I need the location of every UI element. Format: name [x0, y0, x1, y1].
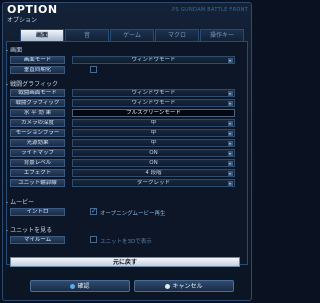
gfx-row: モーションブラー 中 — [10, 129, 238, 137]
screen-mode-value: ウィンドウモード — [131, 57, 176, 63]
motion-blur-label: モーションブラー — [10, 129, 65, 137]
light-map-select[interactable]: ON — [72, 149, 235, 157]
cancel-button[interactable]: キャンセル — [134, 280, 234, 292]
effect-label: エフェクト — [10, 169, 65, 177]
background-level-select[interactable]: ON — [72, 159, 235, 167]
tab-macro[interactable]: マクロ — [155, 29, 199, 41]
background-level-value: ON — [149, 160, 158, 166]
battle-screen-mode-value: ウィンドウモード — [131, 90, 176, 96]
horizontal-effect-value: フルスクリーンモード — [126, 110, 181, 116]
gfx-row: 戦闘画面モード ウィンドウモード — [10, 89, 238, 97]
battle-screen-mode-label: 戦闘画面モード — [10, 89, 65, 97]
unit-outline-label: ユニット輪郭線 — [10, 179, 65, 187]
vsync-label: 垂直同期化 — [10, 66, 65, 74]
gfx-row: 光源効果 中 — [10, 139, 238, 147]
vsync-row: 垂直同期化 — [10, 66, 238, 74]
vsync-checkbox[interactable] — [90, 66, 97, 73]
confirm-button[interactable]: 確認 — [30, 280, 130, 292]
intro-row: イントロ ✓ オープニングムービー再生 — [10, 208, 238, 217]
camera-depth-label: カメラの深度 — [10, 119, 65, 127]
effect-value: 4 段階 — [145, 170, 162, 176]
tab-screen[interactable]: 画面 — [20, 29, 64, 41]
camera-depth-value: 中 — [150, 120, 157, 126]
chevron-down-icon — [228, 121, 233, 126]
myroom-checkbox[interactable] — [90, 236, 97, 243]
myroom-row: マイルーム ユニットを3Dで表示 — [10, 236, 238, 245]
chevron-down-icon — [228, 58, 233, 63]
tab-sound[interactable]: 音 — [65, 29, 109, 41]
confirm-circle-icon — [70, 283, 76, 289]
gfx-row: 戦闘グラフィック ウィンドウモード — [10, 99, 238, 107]
cancel-circle-icon — [165, 283, 171, 289]
gfx-row: ユニット輪郭線 ダークレッド — [10, 179, 238, 187]
chevron-down-icon — [228, 101, 233, 106]
light-effect-value: 中 — [150, 140, 157, 146]
motion-blur-select[interactable]: 中 — [72, 129, 235, 137]
chevron-down-icon — [228, 181, 233, 186]
intro-option-label: オープニングムービー再生 — [100, 211, 166, 217]
motion-blur-value: 中 — [150, 130, 157, 136]
section-unit-title: - ユニットを見る — [6, 227, 53, 234]
chevron-down-icon — [228, 151, 233, 156]
section-graphics-title: - 戦闘グラフィック — [6, 81, 58, 88]
chevron-down-icon — [228, 141, 233, 146]
light-effect-label: 光源効果 — [10, 139, 65, 147]
gfx-row: 水 平 効 果 フルスクリーンモード — [10, 109, 238, 117]
camera-depth-select[interactable]: 中 — [72, 119, 235, 127]
light-effect-select[interactable]: 中 — [72, 139, 235, 147]
battle-graphics-select[interactable]: ウィンドウモード — [72, 99, 235, 107]
restore-default-button[interactable]: 元に戻す — [10, 257, 240, 267]
myroom-option-label: ユニットを3Dで表示 — [100, 239, 152, 245]
unit-outline-value: ダークレッド — [136, 180, 170, 186]
battle-graphics-value: ウィンドウモード — [131, 100, 176, 106]
chevron-down-icon — [228, 161, 233, 166]
check-icon: ✓ — [91, 207, 97, 215]
intro-checkbox[interactable]: ✓ — [90, 208, 97, 215]
chevron-down-icon — [228, 91, 233, 96]
gfx-row: エフェクト 4 段階 — [10, 169, 238, 177]
gfx-row: カメラの深度 中 — [10, 119, 238, 127]
light-map-value: ON — [149, 150, 158, 156]
chevron-down-icon — [228, 171, 233, 176]
window-subtitle: オプション — [7, 17, 38, 24]
myroom-label: マイルーム — [10, 236, 65, 244]
screen-mode-select[interactable]: ウィンドウモード — [72, 56, 235, 64]
horizontal-effect-option-highlighted[interactable]: フルスクリーンモード — [72, 109, 235, 117]
confirm-label: 確認 — [77, 283, 90, 290]
gfx-row: ライトマップ ON — [10, 149, 238, 157]
background-level-label: 背景レベル — [10, 159, 65, 167]
chevron-down-icon — [228, 131, 233, 136]
tab-game[interactable]: ゲーム — [110, 29, 154, 41]
brand-logo-text: PS GUNDAM BATTLE FRONT — [172, 7, 248, 13]
battle-graphics-label: 戦闘グラフィック — [10, 99, 65, 107]
battle-screen-mode-select[interactable]: ウィンドウモード — [72, 89, 235, 97]
section-movie-title: - ムービー — [6, 199, 35, 206]
screen-mode-row: 画面モード ウィンドウモード — [10, 56, 238, 64]
effect-select[interactable]: 4 段階 — [72, 169, 235, 177]
unit-outline-select[interactable]: ダークレッド — [72, 179, 235, 187]
light-map-label: ライトマップ — [10, 149, 65, 157]
gfx-row: 背景レベル ON — [10, 159, 238, 167]
tab-controls[interactable]: 操作キー — [200, 29, 244, 41]
intro-label: イントロ — [10, 208, 65, 216]
horizontal-effect-label: 水 平 効 果 — [10, 109, 65, 117]
screen-mode-label: 画面モード — [10, 56, 65, 64]
cancel-label: キャンセル — [172, 283, 203, 290]
tab-bar: 画面 音 ゲーム マクロ 操作キー — [20, 29, 244, 41]
section-screen-title: - 画面 — [6, 47, 23, 54]
